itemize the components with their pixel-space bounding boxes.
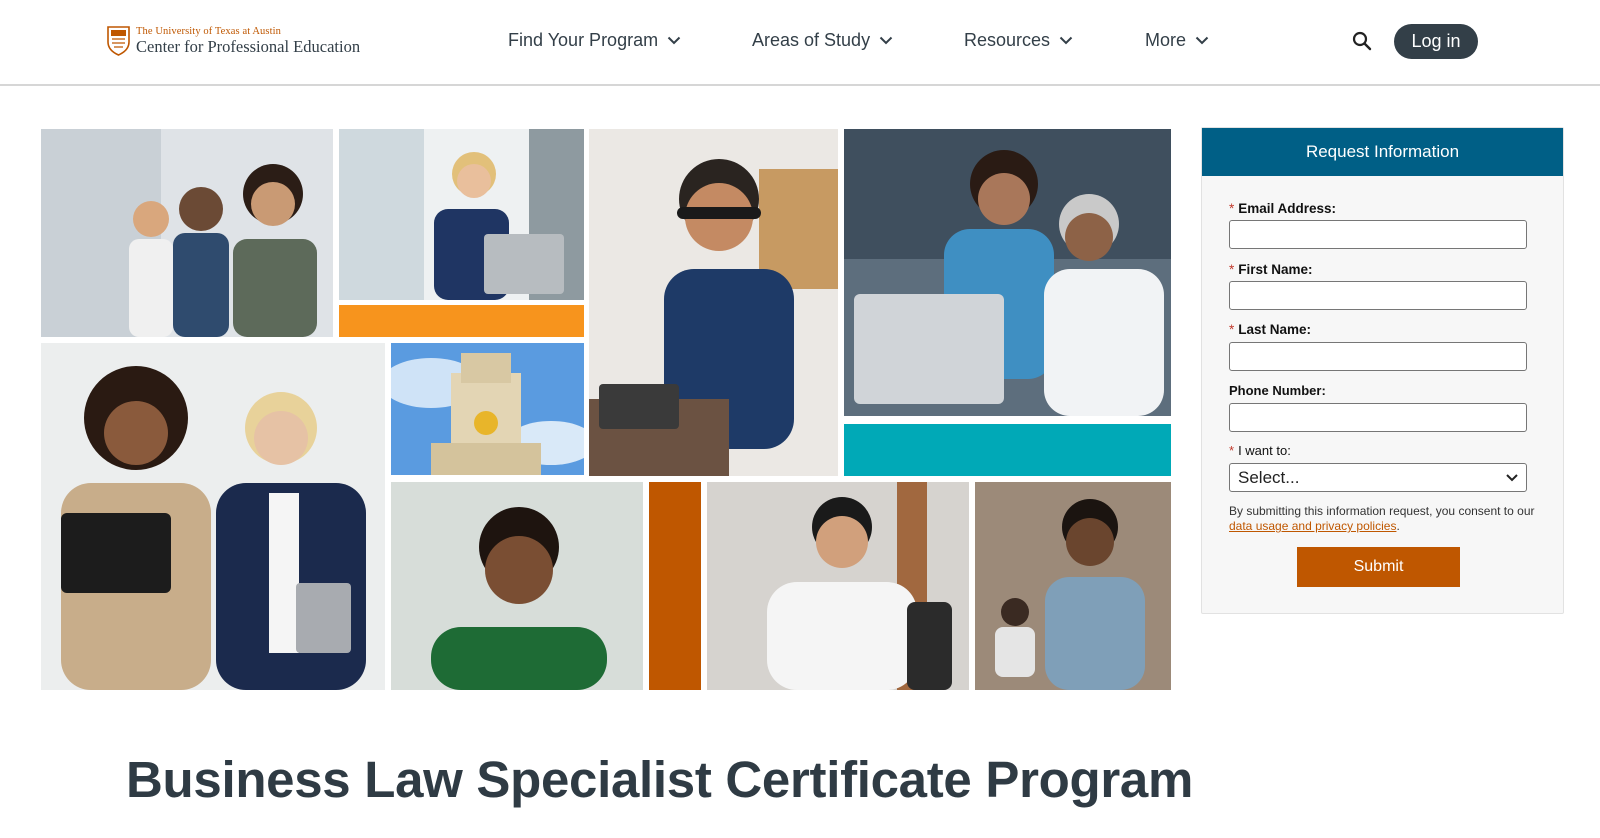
email-label-text: Email Address:	[1238, 201, 1337, 216]
last-name-label-text: Last Name:	[1238, 322, 1312, 337]
nav-areas-of-study[interactable]: Areas of Study	[752, 30, 893, 51]
consent-text-end: .	[1396, 519, 1400, 533]
chevron-down-icon	[1195, 36, 1209, 45]
nav-label: Areas of Study	[752, 30, 871, 50]
nav-find-your-program[interactable]: Find Your Program	[508, 30, 681, 51]
photo-woman-laptop	[339, 129, 584, 300]
ut-shield-icon	[107, 26, 130, 56]
privacy-policy-link[interactable]: data usage and privacy policies	[1229, 519, 1396, 533]
first-name-field[interactable]	[1229, 281, 1527, 310]
last-name-field[interactable]	[1229, 342, 1527, 371]
photo-man-white-shirt	[707, 482, 969, 690]
request-info-form: Request Information * Email Address: * Fir…	[1201, 127, 1564, 614]
photo-office-group	[41, 129, 333, 337]
search-icon[interactable]	[1351, 30, 1373, 52]
chevron-down-icon	[1059, 36, 1073, 45]
phone-label: Phone Number:	[1229, 383, 1326, 398]
logo-university-text: The University of Texas at Austin	[136, 25, 281, 37]
nav-label: Find Your Program	[508, 30, 659, 50]
site-header: The University of Texas at Austin Center…	[0, 0, 1600, 86]
required-marker: *	[1229, 322, 1235, 337]
page-title: Business Law Specialist Certificate Prog…	[126, 751, 1193, 808]
consent-text: By submitting this information request, …	[1229, 504, 1539, 534]
intent-select[interactable]: Select...	[1229, 463, 1527, 492]
nav-label: Resources	[964, 30, 1051, 50]
logo-center-text: Center for Professional Education	[136, 37, 361, 56]
nav-more[interactable]: More	[1145, 30, 1209, 51]
chevron-down-icon	[879, 36, 893, 45]
photo-man-headphones	[589, 129, 838, 476]
login-button[interactable]: Log in	[1394, 24, 1478, 59]
photo-two-professionals	[41, 343, 385, 690]
first-name-label-text: First Name:	[1238, 262, 1313, 277]
first-name-label: * First Name:	[1229, 262, 1313, 277]
nav-resources[interactable]: Resources	[964, 30, 1073, 51]
chevron-down-icon	[1506, 473, 1518, 481]
photo-medical-team	[844, 129, 1171, 416]
chevron-down-icon	[667, 36, 681, 45]
phone-field[interactable]	[1229, 403, 1527, 432]
email-label: * Email Address:	[1229, 201, 1336, 216]
required-marker: *	[1229, 443, 1235, 458]
nav-label: More	[1145, 30, 1187, 50]
required-marker: *	[1229, 201, 1235, 216]
photo-man-office	[975, 482, 1171, 690]
site-logo[interactable]: The University of Texas at Austin Center…	[107, 26, 360, 56]
intent-select-value: Select...	[1238, 467, 1300, 487]
required-marker: *	[1229, 262, 1235, 277]
orange-color-block	[339, 305, 584, 337]
intent-label-text: I want to:	[1238, 443, 1291, 458]
submit-button[interactable]: Submit	[1297, 547, 1460, 587]
photo-woman-green-shirt	[391, 482, 643, 690]
photo-ut-tower	[391, 343, 584, 475]
email-field[interactable]	[1229, 220, 1527, 249]
burnt-orange-color-block	[649, 482, 701, 690]
last-name-label: * Last Name:	[1229, 322, 1311, 337]
form-title: Request Information	[1202, 128, 1563, 176]
intent-label: * I want to:	[1229, 443, 1291, 458]
consent-text-body: By submitting this information request, …	[1229, 504, 1535, 518]
teal-color-block	[844, 424, 1171, 476]
